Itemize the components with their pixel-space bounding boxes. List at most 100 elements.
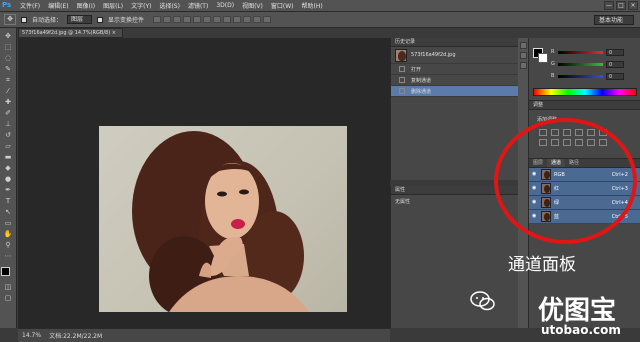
show-transform-label: 显示变换控件 — [108, 17, 145, 24]
blue-slider[interactable]: B 0 — [551, 72, 639, 80]
highlight-ellipse — [494, 118, 637, 244]
clone-stamp-tool-icon[interactable]: ⊥ — [2, 120, 14, 129]
history-snapshot[interactable]: 573f16a49f2d.jpg — [391, 47, 518, 64]
menu-edit[interactable]: 编辑(E) — [44, 1, 72, 10]
background-swatch[interactable] — [538, 53, 548, 63]
slider-track[interactable] — [558, 50, 603, 54]
slider-label: B — [551, 73, 555, 79]
adjustments-tab[interactable]: 调整 — [529, 101, 640, 110]
brush-tool-icon[interactable]: ✐ — [2, 109, 14, 118]
marquee-tool-icon[interactable]: ⬚ — [2, 43, 14, 52]
menu-view[interactable]: 视图(V) — [238, 1, 267, 10]
move-tool-icon[interactable]: ✥ — [2, 32, 14, 41]
align-left-icon[interactable] — [183, 16, 192, 23]
foreground-color-swatch[interactable] — [1, 267, 10, 276]
menu-image[interactable]: 图像(I) — [73, 1, 99, 10]
eraser-tool-icon[interactable]: ▱ — [2, 142, 14, 151]
info-dock-icon[interactable] — [519, 62, 527, 69]
slider-value[interactable]: 0 — [606, 60, 624, 68]
more-tools-icon[interactable]: ⋯ — [2, 252, 14, 261]
annotation-label: 通道面板 — [508, 255, 576, 275]
menu-select[interactable]: 选择(S) — [155, 1, 184, 10]
distribute-3-icon[interactable] — [233, 16, 242, 23]
history-state-icon — [399, 66, 405, 72]
menu-help[interactable]: 帮助(H) — [298, 1, 327, 10]
menu-file[interactable]: 文件(F) — [16, 1, 44, 10]
history-tab[interactable]: 历史记录 — [391, 38, 518, 47]
distribute-4-icon[interactable] — [243, 16, 252, 23]
align-bottom-icon[interactable] — [173, 16, 182, 23]
options-bar: ✥ 自动选择： 图层 显示变换控件 基本功能 — [0, 12, 640, 28]
window-controls: — □ × — [604, 1, 638, 10]
pen-tool-icon[interactable]: ✒ — [2, 186, 14, 195]
quick-select-tool-icon[interactable]: ✎ — [2, 65, 14, 74]
zoom-tool-icon[interactable]: ⚲ — [2, 241, 14, 250]
green-slider[interactable]: G 0 — [551, 60, 639, 68]
lasso-tool-icon[interactable]: ◌ — [2, 54, 14, 63]
history-brush-tool-icon[interactable]: ↺ — [2, 131, 14, 140]
menu-type[interactable]: 文字(Y) — [127, 1, 155, 10]
crop-tool-icon[interactable]: ⌗ — [2, 76, 14, 85]
minimize-button[interactable]: — — [604, 1, 614, 10]
history-step-label: 复制通道 — [411, 77, 432, 84]
snapshot-thumbnail — [395, 48, 407, 62]
shape-tool-icon[interactable]: ▭ — [2, 219, 14, 228]
eyedropper-tool-icon[interactable]: ⁄ — [2, 87, 14, 96]
align-hcenter-icon[interactable] — [193, 16, 202, 23]
path-select-tool-icon[interactable]: ↖ — [2, 208, 14, 217]
auto-select-dropdown[interactable]: 图层 — [67, 15, 93, 24]
align-right-icon[interactable] — [203, 16, 212, 23]
quick-mask-icon[interactable]: ◫ — [2, 283, 14, 292]
woman-portrait-image — [132, 131, 309, 312]
blur-tool-icon[interactable]: ◆ — [2, 164, 14, 173]
wechat-icon — [470, 291, 495, 311]
properties-dock-icon[interactable] — [519, 52, 527, 59]
menu-3d[interactable]: 3D(D) — [212, 2, 238, 9]
document-tab[interactable]: 573f16a49f2d.jpg @ 14.7%(RGB/8) × — [18, 28, 123, 38]
properties-panel: 属性 无属性 — [390, 186, 518, 328]
photoshop-logo: Ps — [2, 1, 12, 9]
dodge-tool-icon[interactable]: ● — [2, 175, 14, 184]
color-panel-swatches[interactable] — [533, 48, 549, 64]
history-step[interactable]: 删除通道 — [391, 86, 518, 97]
close-button[interactable]: × — [628, 1, 638, 10]
workspace-dropdown[interactable]: 基本功能 — [593, 15, 634, 25]
history-state-icon — [399, 88, 405, 94]
slider-track[interactable] — [558, 74, 603, 78]
history-step-label: 打开 — [411, 66, 422, 73]
distribute-6-icon[interactable] — [263, 16, 272, 23]
show-transform-checkbox[interactable] — [97, 16, 104, 23]
auto-select-checkbox[interactable] — [21, 16, 27, 23]
red-slider[interactable]: R 0 — [551, 48, 639, 56]
distribute-icon[interactable] — [213, 16, 222, 23]
color-spectrum[interactable] — [533, 88, 637, 96]
align-vcenter-icon[interactable] — [163, 16, 172, 23]
history-step[interactable]: 复制通道 — [391, 75, 518, 86]
distribute-2-icon[interactable] — [223, 16, 232, 23]
history-step[interactable]: 打开 — [391, 64, 518, 75]
move-tool-icon[interactable]: ✥ — [4, 14, 16, 25]
menu-filter[interactable]: 滤镜(T) — [184, 1, 212, 10]
distribute-5-icon[interactable] — [253, 16, 262, 23]
snapshot-label: 573f16a49f2d.jpg — [411, 52, 456, 58]
slider-track[interactable] — [558, 62, 603, 66]
screen-mode-icon[interactable]: ▢ — [2, 294, 14, 303]
menu-window[interactable]: 窗口(W) — [267, 1, 298, 10]
menu-bar: Ps 文件(F) 编辑(E) 图像(I) 图层(L) 文字(Y) 选择(S) 滤… — [0, 0, 640, 12]
menu-layer[interactable]: 图层(L) — [99, 1, 127, 10]
slider-value[interactable]: 0 — [606, 48, 624, 56]
color-swatches[interactable] — [1, 267, 15, 281]
hand-tool-icon[interactable]: ✋ — [2, 230, 14, 239]
watermark-url: utobao.com — [541, 323, 621, 337]
gradient-tool-icon[interactable]: ▬ — [2, 153, 14, 162]
history-dock-icon[interactable] — [519, 42, 527, 49]
align-buttons — [153, 16, 272, 23]
zoom-level[interactable]: 14.7% — [22, 332, 41, 339]
maximize-button[interactable]: □ — [616, 1, 626, 10]
type-tool-icon[interactable]: T — [2, 197, 14, 206]
color-panel: R 0 G 0 B 0 — [529, 38, 640, 100]
slider-value[interactable]: 0 — [606, 72, 624, 80]
healing-brush-tool-icon[interactable]: ✚ — [2, 98, 14, 107]
canvas-area[interactable] — [18, 38, 390, 328]
align-top-icon[interactable] — [153, 16, 162, 23]
